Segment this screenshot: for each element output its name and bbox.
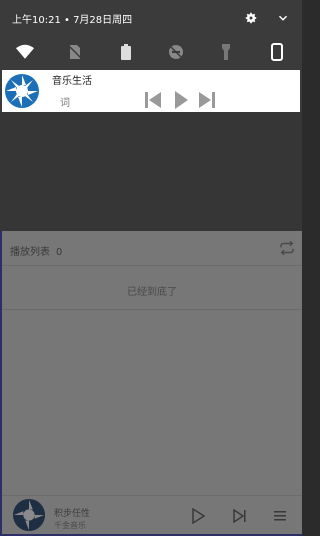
playlist-count: 0 bbox=[56, 247, 63, 258]
wifi-tile[interactable] bbox=[15, 42, 35, 62]
album-art-icon[interactable] bbox=[12, 498, 46, 532]
battery-tile[interactable] bbox=[116, 42, 136, 62]
repeat-icon[interactable] bbox=[278, 239, 296, 257]
flashlight-icon bbox=[222, 44, 231, 60]
playlist-header: 播放列表 0 bbox=[10, 243, 62, 258]
status-bar: 上午10:21 • 7月28日周四 bbox=[0, 0, 302, 36]
play-icon[interactable] bbox=[190, 508, 206, 524]
app-logo-icon bbox=[5, 74, 39, 108]
playlist-title: 播放列表 bbox=[10, 247, 50, 258]
status-time-date: 上午10:21 • 7月28日周四 bbox=[12, 14, 133, 26]
previous-icon[interactable] bbox=[144, 90, 162, 110]
notification-app-name: 音乐生活 bbox=[52, 76, 92, 87]
divider bbox=[2, 309, 302, 310]
shade-backdrop bbox=[0, 112, 302, 231]
next-icon[interactable] bbox=[198, 90, 216, 110]
next-icon[interactable] bbox=[232, 508, 248, 524]
playlist-icon[interactable] bbox=[272, 508, 288, 524]
now-playing-bar[interactable]: 积步任性 千金音乐 bbox=[2, 495, 302, 536]
playlist-end-text: 已经到底了 bbox=[127, 287, 177, 298]
dnd-tile[interactable] bbox=[166, 42, 186, 62]
play-icon[interactable] bbox=[172, 90, 190, 110]
playlist-panel: 播放列表 0 已经到底了 积步任性 千金音乐 bbox=[0, 231, 302, 536]
wifi-icon bbox=[16, 44, 35, 59]
rotation-tile[interactable] bbox=[267, 42, 287, 62]
flashlight-tile[interactable] bbox=[216, 42, 236, 62]
sim-off-icon bbox=[69, 45, 82, 59]
chevron-down-icon[interactable] bbox=[276, 11, 290, 25]
now-playing-artist: 千金音乐 bbox=[54, 521, 86, 530]
quick-settings bbox=[0, 36, 302, 68]
divider bbox=[2, 265, 302, 266]
gear-icon[interactable] bbox=[244, 11, 258, 25]
sim-tile[interactable] bbox=[65, 42, 85, 62]
lyric-toggle[interactable]: 词 bbox=[60, 94, 70, 109]
dnd-off-icon bbox=[168, 44, 184, 60]
music-notification[interactable]: 音乐生活 词 bbox=[2, 70, 300, 112]
battery-icon bbox=[120, 44, 131, 60]
phone-portrait-icon bbox=[270, 43, 283, 61]
now-playing-title: 积步任性 bbox=[54, 509, 91, 519]
